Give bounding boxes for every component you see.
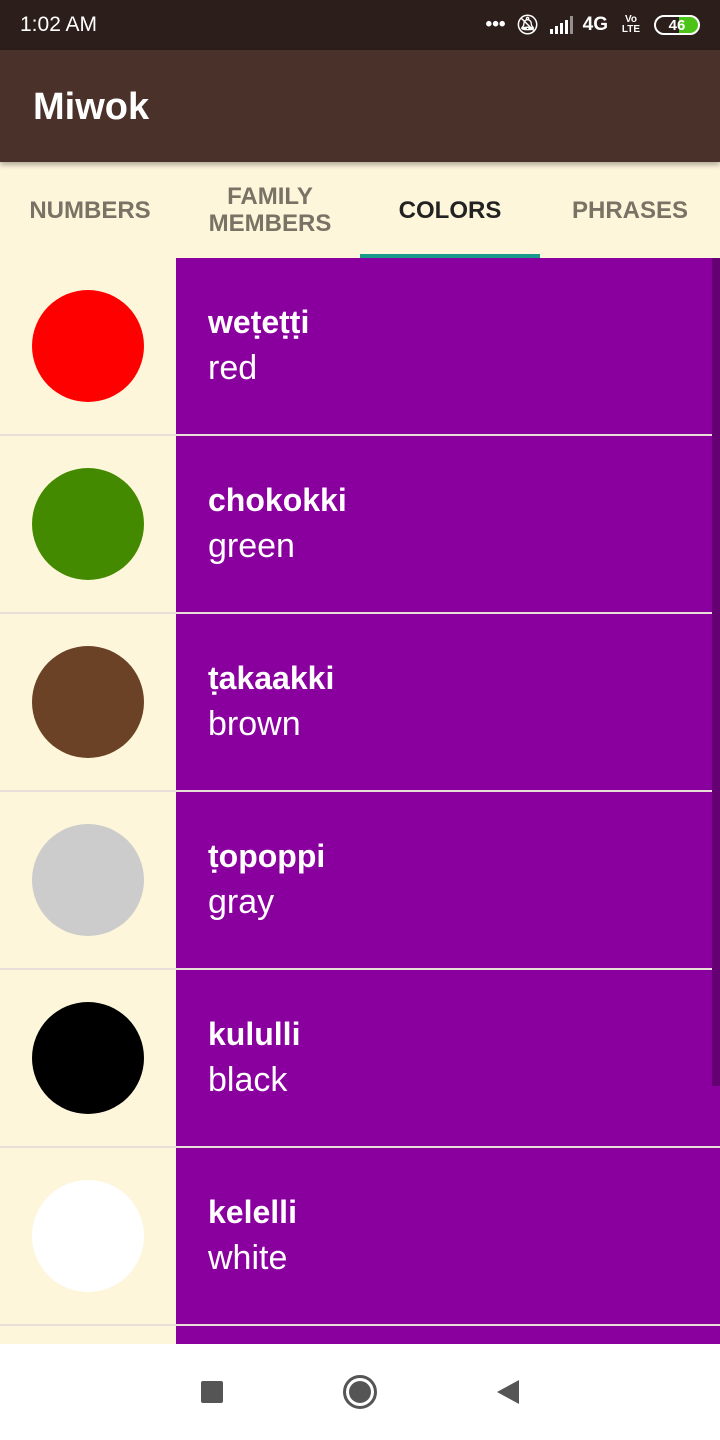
list-item[interactable]: weṭeṭṭi red <box>0 258 720 436</box>
app-title: Miwok <box>33 86 150 128</box>
text-container <box>176 1326 720 1344</box>
home-button[interactable] <box>286 1375 434 1409</box>
color-swatch <box>32 468 144 580</box>
color-swatch <box>32 646 144 758</box>
miwok-word: weṭeṭṭi <box>208 304 310 340</box>
text-container: kululli black <box>176 970 720 1146</box>
color-swatch <box>32 1002 144 1114</box>
english-word: white <box>208 1239 288 1277</box>
navigation-bar <box>0 1344 720 1440</box>
text-container: kelelli white <box>176 1148 720 1324</box>
tab-phrases[interactable]: PHRASES <box>540 162 720 258</box>
tab-bar: NUMBERS FAMILY MEMBERS COLORS PHRASES <box>0 162 720 258</box>
bell-off-icon: 🔕︎ <box>515 15 540 36</box>
english-word: gray <box>208 883 275 921</box>
app-bar: Miwok <box>0 50 720 162</box>
color-image <box>0 970 176 1146</box>
tab-numbers[interactable]: NUMBERS <box>0 162 180 258</box>
back-button[interactable] <box>434 1380 582 1404</box>
tab-family-members[interactable]: FAMILY MEMBERS <box>180 162 360 258</box>
list-item[interactable]: kelelli white <box>0 1148 720 1326</box>
status-bar: 1:02 AM ••• 🔕︎ 4G Vo LTE 46 <box>0 0 720 50</box>
miwok-word: kelelli <box>208 1194 297 1230</box>
color-swatch <box>32 290 144 402</box>
miwok-word: ṭopoppi <box>208 838 326 874</box>
square-icon <box>201 1381 223 1403</box>
scrollbar[interactable] <box>712 258 720 1086</box>
miwok-word: kululli <box>208 1016 301 1052</box>
color-image <box>0 792 176 968</box>
miwok-word: ṭakaakki <box>208 660 335 696</box>
triangle-back-icon <box>497 1380 519 1404</box>
clock: 1:02 AM <box>20 13 98 36</box>
english-word: brown <box>208 705 301 743</box>
volte-icon: Vo LTE <box>621 14 641 35</box>
color-list: weṭeṭṭi red chokokki green ṭakaakki brown ṭ… <box>0 258 720 1344</box>
text-container: weṭeṭṭi red <box>176 258 720 434</box>
text-container: chokokki green <box>176 436 720 612</box>
color-swatch <box>32 824 144 936</box>
color-image <box>0 1326 176 1344</box>
list-item[interactable]: chokokki green <box>0 436 720 614</box>
list-item[interactable]: ṭakaakki brown <box>0 614 720 792</box>
more-notifications-icon: ••• <box>485 14 506 35</box>
miwok-word: chokokki <box>208 482 347 518</box>
text-container: ṭakaakki brown <box>176 614 720 790</box>
network-type: 4G <box>582 14 608 35</box>
color-image <box>0 436 176 612</box>
battery-icon: 46 <box>654 15 700 35</box>
tab-colors[interactable]: COLORS <box>360 162 540 258</box>
color-image <box>0 614 176 790</box>
english-word: green <box>208 527 295 565</box>
english-word: red <box>208 349 258 387</box>
recents-button[interactable] <box>138 1381 286 1403</box>
list-item[interactable] <box>0 1326 720 1344</box>
color-swatch <box>32 1180 144 1292</box>
circle-icon <box>343 1375 377 1409</box>
list-item[interactable]: ṭopoppi gray <box>0 792 720 970</box>
color-image <box>0 258 176 434</box>
color-image <box>0 1148 176 1324</box>
signal-icon <box>549 16 573 34</box>
tab-label: FAMILY MEMBERS <box>208 183 332 237</box>
text-container: ṭopoppi gray <box>176 792 720 968</box>
list-item[interactable]: kululli black <box>0 970 720 1148</box>
english-word: black <box>208 1061 288 1099</box>
